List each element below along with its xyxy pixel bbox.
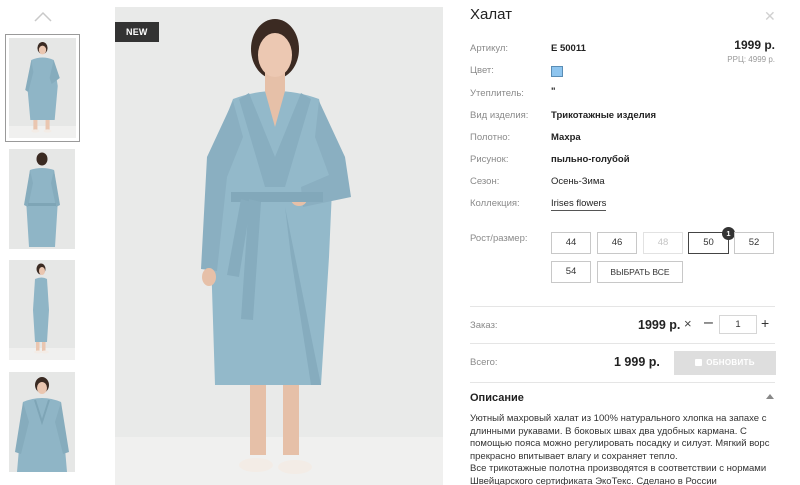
refresh-icon (695, 359, 703, 366)
attr-label-color: Цвет: (470, 65, 494, 76)
order-price: 1999 р. (638, 318, 681, 332)
update-button-label: ОБНОВИТЬ (706, 358, 755, 367)
model-in-robe-image (115, 7, 443, 485)
description-text: Уютный махровый халат из 100% натурально… (470, 413, 775, 485)
attr-value-insulation: " (551, 86, 556, 97)
size-option-44[interactable]: 44 (551, 232, 591, 254)
thumbnail-front[interactable] (5, 34, 80, 142)
size-option-54[interactable]: 54 (551, 261, 591, 283)
close-icon[interactable]: ✕ (764, 8, 776, 25)
product-title: Халат (470, 6, 512, 23)
attr-label-product-type: Вид изделия: (470, 110, 529, 121)
update-button[interactable]: ОБНОВИТЬ (674, 351, 776, 375)
select-all-sizes-button[interactable]: ВЫБРАТЬ ВСЕ (597, 261, 683, 283)
order-label: Заказ: (470, 320, 498, 331)
total-price: 1 999 р. (614, 355, 660, 369)
attr-label-article: Артикул: (470, 43, 509, 54)
attr-label-collection: Коллекция: (470, 198, 520, 209)
recommended-retail-price: РРЦ: 4999 р. (727, 55, 775, 64)
model-side-image (9, 263, 75, 360)
size-option-46[interactable]: 46 (597, 232, 637, 254)
description-paragraph: Все трикотажные полотна производятся в с… (470, 463, 767, 485)
attr-value-product-type: Трикотажные изделия (551, 110, 657, 121)
attr-label-pattern: Рисунок: (470, 154, 509, 165)
divider (470, 306, 775, 307)
size-option-52[interactable]: 52 (734, 232, 774, 254)
description-paragraph: Уютный махровый халат из 100% натурально… (470, 413, 770, 462)
attr-label-insulation: Утеплитель: (470, 88, 524, 99)
size-label: Рост/размер: (470, 233, 528, 244)
model-closeup-image (15, 377, 69, 472)
product-price: 1999 р. (734, 38, 775, 52)
size-option-48: 48 (643, 232, 683, 254)
chevron-up-icon[interactable] (32, 10, 54, 24)
thumbnail-column (0, 0, 88, 485)
model-back-image (24, 152, 60, 247)
divider (470, 382, 775, 383)
thumbnail-back[interactable] (9, 149, 75, 249)
color-swatch[interactable] (551, 66, 563, 77)
main-product-photo[interactable]: NEW (115, 7, 443, 485)
attr-value-article: Е 50011 (551, 43, 586, 54)
quantity-decrement-button[interactable]: – (704, 314, 713, 332)
thumbnail-closeup[interactable] (9, 372, 75, 472)
attr-label-season: Сезон: (470, 176, 500, 187)
caret-up-icon[interactable] (766, 394, 774, 399)
total-label: Всего: (470, 357, 498, 368)
quantity-increment-button[interactable]: + (761, 315, 769, 331)
attr-label-fabric: Полотно: (470, 132, 511, 143)
collection-link[interactable]: Irises flowers (551, 198, 607, 211)
remove-item-icon[interactable]: × (684, 316, 692, 331)
model-front-image (9, 42, 76, 138)
collection-link-text[interactable]: Irises flowers (551, 198, 607, 211)
attr-value-season: Осень-Зима (551, 176, 605, 187)
thumbnail-side[interactable] (9, 260, 75, 360)
new-badge: NEW (115, 22, 159, 42)
attr-value-pattern: пыльно-голубой (551, 154, 630, 165)
quantity-input[interactable]: 1 (719, 315, 757, 334)
description-heading[interactable]: Описание (470, 392, 524, 404)
divider (470, 343, 775, 344)
attr-value-fabric: Махра (551, 132, 581, 143)
